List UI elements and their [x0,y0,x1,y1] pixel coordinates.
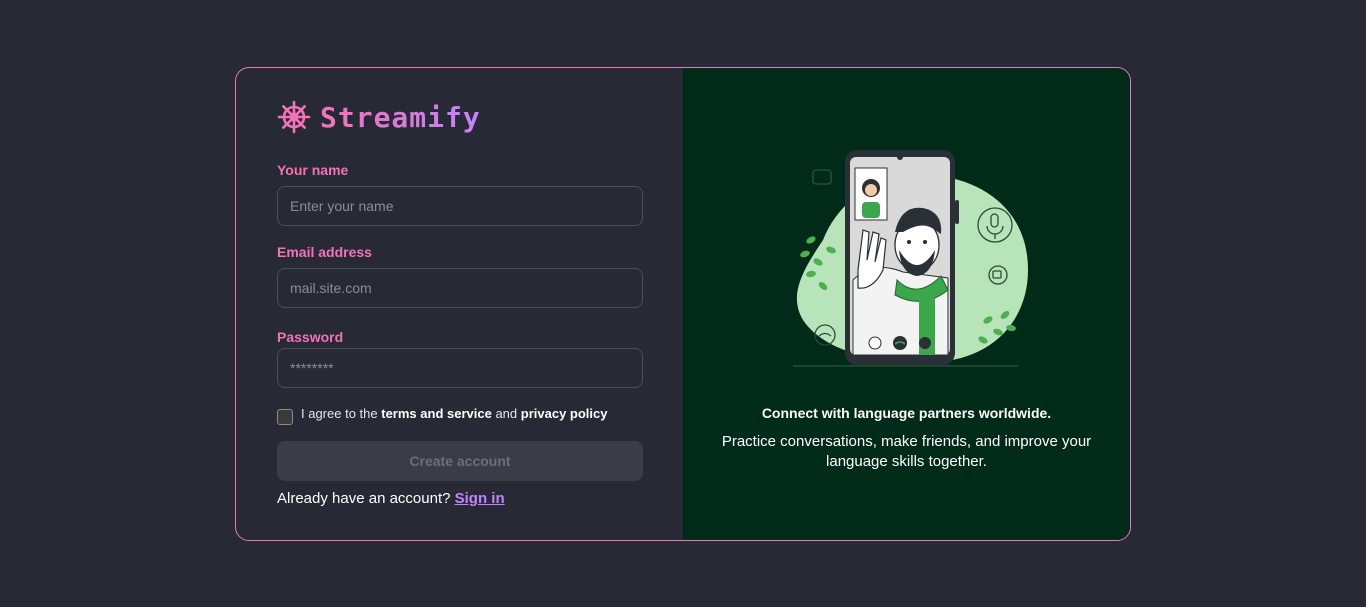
promo-panel: Connect with language partners worldwide… [683,68,1130,540]
password-label: Password [277,329,344,345]
video-call-illustration [793,150,1028,367]
terms-row: I agree to the terms and service and pri… [277,406,608,425]
signup-card: Streamify Your name Email address Passwo… [235,67,1131,541]
email-label: Email address [277,244,372,260]
signup-form-panel: Streamify Your name Email address Passwo… [236,68,683,540]
phone [845,150,959,365]
privacy-link[interactable]: privacy policy [521,406,608,421]
camera-float-icon [812,169,832,185]
signin-row: Already have an account? Sign in [277,490,505,507]
name-input[interactable] [277,186,643,226]
promo-title: Connect with language partners worldwide… [761,405,1052,421]
brand-name: Streamify [320,100,481,134]
terms-link[interactable]: terms and service [381,406,492,421]
signin-prefix: Already have an account? [277,490,451,507]
terms-prefix: I agree to the [301,406,378,421]
brand-logo: Streamify [277,100,481,134]
promo-body: Practice conversations, make friends, an… [721,433,1092,470]
password-input[interactable] [277,348,643,388]
email-input[interactable] [277,268,643,308]
terms-and: and [495,406,518,421]
name-label: Your name [277,162,349,178]
terms-checkbox[interactable] [277,409,293,425]
create-account-button[interactable]: Create account [277,441,643,481]
terms-text: I agree to the terms and service and pri… [301,406,608,421]
ship-wheel-icon [277,100,311,134]
signin-link[interactable]: Sign in [455,490,505,507]
